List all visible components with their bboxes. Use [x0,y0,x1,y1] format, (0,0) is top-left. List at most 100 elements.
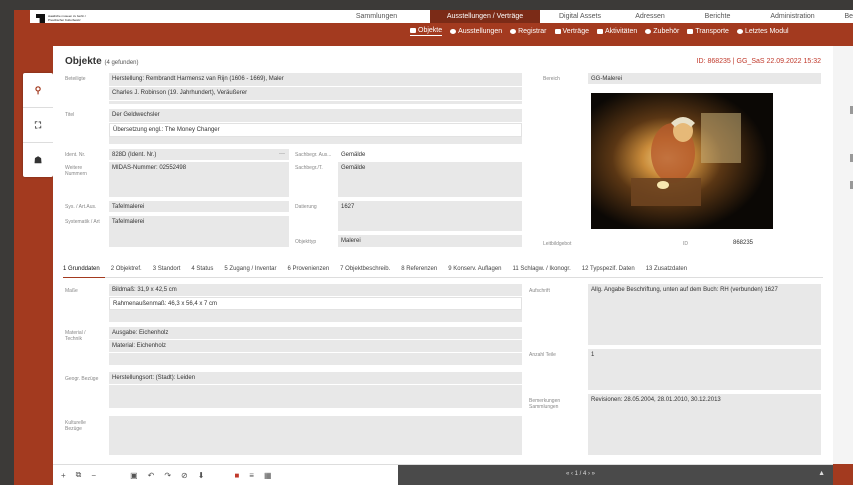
systematik-field[interactable]: Tafelmalerei [109,216,289,248]
tab-konserv-auflagen[interactable]: 9 Konserv. Auflagen [448,266,501,276]
hierarchy-button[interactable]: ☗ [23,143,53,178]
logo-text: staatliche museen zu berlin / Preußische… [48,14,87,22]
sachbegr-aus-field[interactable]: Gemälde [338,149,522,161]
pager-controls[interactable]: « ‹ 1 / 4 › » [566,471,595,477]
remove-icon[interactable]: − [91,471,96,480]
main-nav-sammlungen[interactable]: Sammlungen [323,10,430,23]
binoculars-button[interactable]: ⛶ [23,108,53,143]
beteiligte-field-1[interactable]: Herstellung: Rembrandt Harmensz van Rijn… [109,73,522,87]
undo-icon[interactable]: ↶ [148,471,155,480]
masse-field-1[interactable]: Bildmaß: 31,9 x 42,5 cm [109,284,522,297]
titel-field-1[interactable]: Der Geldwechsler [109,109,522,123]
weitere-nummern-field[interactable]: MIDAS-Nummer: 02552498 [109,162,289,198]
ident-value: 828D (Ident. Nr.) [112,152,157,158]
grid-view-icon[interactable]: ▦ [264,471,272,480]
save-icon[interactable]: ▣ [130,471,138,480]
sub-nav-objekte[interactable]: Objekte [410,27,443,36]
people-icon [645,29,652,34]
sub-nav-label: Letztes Modul [744,28,789,35]
search-button[interactable]: ⚲ [23,73,53,108]
bereich-field[interactable]: GG-Malerei [588,73,821,85]
kulturelle-field[interactable] [109,416,522,456]
cancel-icon[interactable]: ⊘ [181,471,188,480]
right-scroll-strip[interactable] [833,46,853,464]
id-value: 868235 [733,240,754,246]
tab-typspezif-daten[interactable]: 12 Typspezif. Daten [582,266,635,276]
redo-icon[interactable]: ↷ [164,471,171,480]
sys-art-field[interactable]: Tafelmalerei [109,201,289,213]
left-toolbar: ⚲ ⛶ ☗ [23,73,53,177]
ident-field[interactable]: 828D (Ident. Nr.) ··· [109,149,289,161]
geogr-field-2[interactable] [109,385,522,409]
tab-zugang-inventar[interactable]: 5 Zugang / Inventar [224,266,276,276]
material-field-1[interactable]: Ausgabe: Eichenholz [109,327,522,340]
main-nav-berichte[interactable]: Berichte [680,10,755,23]
list-view-icon[interactable]: ≡ [249,471,254,480]
record-actions: + ⧉ − ▣ ↶ ↷ ⊘ ⬇ ■ ≡ ▦ [61,470,272,480]
tab-referenzen[interactable]: 8 Referenzen [401,266,437,276]
sub-nav-label: Registrar [518,28,547,35]
objekttyp-field[interactable]: Malerei [338,235,522,248]
main-nav-ausstellungen[interactable]: Ausstellungen / Verträge [430,10,540,23]
tab-objektbeschreib[interactable]: 7 Objektbeschreib. [340,266,390,276]
geogr-field-1[interactable]: Herstellungsort: (Stadt): Leiden [109,372,522,385]
sub-nav-letztes-modul[interactable]: Letztes Modul [736,28,789,35]
pdf-icon[interactable]: ■ [234,471,239,480]
tab-grunddaten[interactable]: 1 Grunddaten [63,266,100,276]
leitbild-label: Leitbildgebot [543,241,572,247]
tab-standort[interactable]: 3 Standort [153,266,181,276]
sub-nav-zubehoer[interactable]: Zubehör [645,28,679,35]
material-label: Material / Technik [65,330,86,342]
page-title-text: Objekte [65,56,102,67]
main-nav-benutzer[interactable]: Benutzer [830,10,853,23]
painting-thumbnail [591,93,773,229]
titel-field-3[interactable] [109,137,522,145]
download-icon[interactable]: ⬇ [198,471,205,480]
record-id: ID: 868235 | GG_SaS 22.09.2022 15:32 [696,58,821,65]
sub-nav-label: Zubehör [653,28,680,35]
museum-logo[interactable]: staatliche museen zu berlin / Preußische… [36,14,98,23]
add-icon[interactable]: + [61,471,66,480]
sub-nav-transporte[interactable]: Transporte [687,28,729,35]
masse-label: Maße [65,288,78,294]
circle-icon [510,29,517,34]
ident-more-icon[interactable]: ··· [279,150,285,158]
bemerkungen-label: Bemerkungen Sammlungen [529,398,561,410]
material-field-2[interactable]: Material: Eichenholz [109,340,522,353]
sub-nav-ausstellungen[interactable]: Ausstellungen [450,28,502,35]
weitere-nummern-label: Weitere Nummern [65,165,87,177]
sachbegr-label: Sachbegr./T. [295,165,323,171]
sub-nav: Objekte Ausstellungen Registrar Verträge… [410,23,789,40]
document-icon [554,29,561,34]
tab-provenienzen[interactable]: 6 Provenienzen [287,266,329,276]
tab-zusatzdaten[interactable]: 13 Zusatzdaten [646,266,687,276]
datierung-field[interactable]: 1627 [338,201,522,232]
gear-icon [736,29,743,34]
main-nav-digital-assets[interactable]: Digital Assets [540,10,620,23]
sub-nav-aktivitaeten[interactable]: Aktivitäten [596,28,637,35]
pager: « ‹ 1 / 4 › » ▲ [398,465,833,485]
object-image[interactable] [591,93,773,229]
tab-status[interactable]: 4 Status [191,266,213,276]
anzahl-teile-field[interactable]: 1 [588,349,821,391]
sub-nav-vertraege[interactable]: Verträge [554,28,589,35]
tab-schlagw-ikonogr[interactable]: 11 Schlagw. / Ikonogr. [513,266,571,276]
tab-objektref[interactable]: 2 Objektref. [111,266,142,276]
aufschrift-field[interactable]: Allg. Angabe Beschriftung, unten auf dem… [588,284,821,346]
hierarchy-icon: ☗ [33,155,43,165]
beteiligte-field-2[interactable]: Charles J. Robinson (19. Jahrhundert), V… [109,87,522,101]
copy-icon[interactable]: ⧉ [76,470,82,480]
masse-field-2[interactable]: Rahmenaußenmaß: 46,3 x 56,4 x 7 cm [109,297,522,310]
main-nav-administration[interactable]: Administration [755,10,830,23]
sub-nav-label: Verträge [562,28,589,35]
sachbegr-field[interactable]: Gemälde [338,162,522,198]
main-nav-adressen[interactable]: Adressen [620,10,680,23]
sub-nav-registrar[interactable]: Registrar [510,28,547,35]
warning-icon[interactable]: ▲ [818,470,825,477]
material-field-3[interactable] [109,353,522,366]
titel-field-2[interactable]: Übersetzung engl.: The Money Changer [109,123,522,137]
beteiligte-field-3[interactable] [109,101,522,105]
bemerkungen-field[interactable]: Revisionen: 28.05.2004, 28.01.2010, 30.1… [588,394,821,456]
masse-field-3[interactable] [109,310,522,323]
bottom-toolbar: + ⧉ − ▣ ↶ ↷ ⊘ ⬇ ■ ≡ ▦ « ‹ 1 / 4 › » ▲ [53,464,833,485]
